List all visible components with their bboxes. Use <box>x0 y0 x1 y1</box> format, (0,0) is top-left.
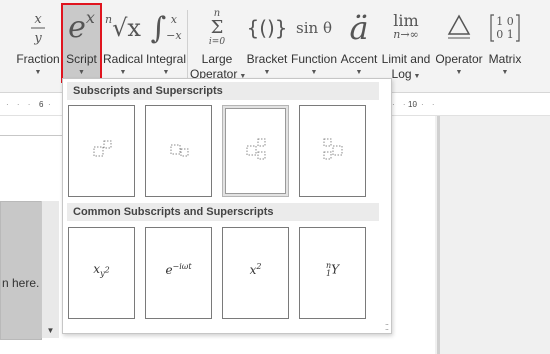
limit-label-text: Log <box>391 67 412 81</box>
superscript-template-icon <box>93 140 112 157</box>
formula-e-minus-i-omega-t: e−iωt <box>146 262 211 277</box>
left-subscript-superscript-template-tile[interactable] <box>299 105 366 197</box>
accent-icon-glyph: ä <box>349 9 369 47</box>
ribbon-separator <box>187 10 188 86</box>
integral-icon-glyph: ∫ <box>150 10 167 46</box>
scroll-down-icon[interactable]: ▼ <box>42 326 59 335</box>
ruler-number: 6 <box>39 100 44 109</box>
formula-x-sub-y-squared: xy2 <box>69 262 134 278</box>
fraction-label: Fraction <box>16 52 60 66</box>
chevron-down-icon: ▼ <box>162 69 170 76</box>
chevron-down-icon: ▼ <box>355 69 363 76</box>
fraction-icon: x y <box>16 6 60 50</box>
common-template-tile-x-squared[interactable]: x2 <box>222 227 289 319</box>
operator-label: Operator <box>435 52 483 66</box>
ruler-number: 10 <box>408 100 417 109</box>
page-edge-line <box>0 135 62 136</box>
matrix-icon-row1: 1 0 <box>496 15 514 28</box>
common-template-tile-n-1-y[interactable]: n1Y <box>299 227 366 319</box>
integral-button[interactable]: ∫ x −x Integral ▼ <box>144 4 188 82</box>
common-template-tile-e-minus-i-omega-t[interactable]: e−iωt <box>145 227 212 319</box>
summation-icon-lower: i=0 <box>208 37 226 47</box>
chevron-down-icon: ▼ <box>413 73 421 80</box>
subscript-template-icon <box>170 144 189 157</box>
script-icon-sup: x <box>85 7 95 27</box>
formula-base: Y <box>331 262 340 277</box>
ruler-ticks: · · <box>421 100 438 109</box>
limit-and-log-button[interactable]: lim n→∞ Limit and Log ▼ <box>380 4 432 82</box>
integral-icon-lower: −x <box>166 29 182 42</box>
superscript-template-tile[interactable] <box>68 105 135 197</box>
resize-grip-icon[interactable]: ⁚⁚ <box>385 323 389 332</box>
chevron-down-icon: ▼ <box>455 69 463 76</box>
integral-label: Integral <box>145 52 187 66</box>
matrix-label: Matrix <box>488 52 522 66</box>
left-subscript-superscript-template-icon <box>323 138 343 160</box>
subscript-superscript-template-icon <box>246 138 266 160</box>
integral-icon: ∫ x −x <box>144 6 188 50</box>
radical-icon-glyph: √x <box>112 14 141 42</box>
script-button[interactable]: ex Script ▼ <box>61 3 102 83</box>
large-operator-button[interactable]: n Σ i=0 Large Operator ▼ <box>187 4 246 86</box>
svg-text:x: x <box>34 12 42 27</box>
large-operator-label-line1: Large <box>201 52 233 66</box>
section-header-common-subscripts-superscripts: Common Subscripts and Superscripts <box>67 203 379 221</box>
bracket-icon-glyph: {()} <box>246 16 288 40</box>
gallery-text: n here. <box>2 276 40 290</box>
summation-icon: n Σ i=0 <box>190 6 244 50</box>
limit-label-line1: Limit and <box>381 52 431 66</box>
formula-base: e <box>165 263 173 277</box>
chevron-down-icon: ▼ <box>310 69 318 76</box>
function-icon: sin θ <box>290 6 338 50</box>
bracket-icon: {()} <box>245 6 289 50</box>
bracket-button[interactable]: {()} Bracket ▼ <box>245 4 289 82</box>
script-icon-base: e <box>68 10 86 45</box>
operator-button[interactable]: Operator ▼ <box>433 4 485 82</box>
matrix-icon-row2: 0 1 <box>496 28 514 41</box>
svg-text:y: y <box>33 31 42 46</box>
integral-icon-upper: x <box>170 13 177 26</box>
chevron-down-icon: ▼ <box>119 69 127 76</box>
accent-icon: ä <box>339 6 379 50</box>
radical-label: Radical <box>103 52 144 66</box>
function-icon-glyph: sin θ <box>296 19 332 37</box>
radical-icon-index: n <box>105 12 113 26</box>
style-gallery[interactable] <box>0 201 42 340</box>
accent-button[interactable]: ä Accent ▼ <box>339 4 379 82</box>
vertical-scrollbar[interactable] <box>437 116 440 354</box>
summation-icon-glyph: Σ <box>210 17 224 38</box>
formula-sup: −iωt <box>172 262 192 271</box>
formula-x-squared: x2 <box>223 262 288 277</box>
chevron-down-icon: ▼ <box>78 69 85 76</box>
function-label: Function <box>290 52 338 66</box>
common-template-tile-x-sub-y-squared[interactable]: xy2 <box>68 227 135 319</box>
gallery-scrollbar[interactable]: ▼ <box>41 201 59 338</box>
section-header-subscripts-superscripts: Subscripts and Superscripts <box>67 82 379 100</box>
ruler-ticks: · <box>48 100 54 109</box>
function-button[interactable]: sin θ Function ▼ <box>290 4 338 82</box>
chevron-down-icon: ▼ <box>34 69 42 76</box>
chevron-down-icon: ▼ <box>263 69 271 76</box>
fraction-button[interactable]: x y Fraction ▼ <box>16 4 60 82</box>
script-icon: ex <box>62 6 101 50</box>
formula-n-1-y: n1Y <box>300 262 365 278</box>
script-label: Script <box>66 52 97 66</box>
radical-button[interactable]: n √x Radical ▼ <box>103 4 143 82</box>
limit-icon: lim n→∞ <box>380 6 432 50</box>
accent-label: Accent <box>340 52 378 66</box>
limit-icon-glyph: lim <box>393 11 419 30</box>
limit-icon-sub: n→∞ <box>393 28 419 41</box>
radical-icon: n √x <box>103 6 143 50</box>
subscript-superscript-template-tile[interactable] <box>222 105 289 197</box>
matrix-icon: 1 0 0 1 <box>486 6 524 50</box>
bracket-label: Bracket <box>246 52 288 66</box>
script-dropdown-panel: Subscripts and Superscripts Common Subsc… <box>62 78 392 334</box>
formula-sub-sup: 2 <box>104 265 110 275</box>
chevron-down-icon: ▼ <box>501 69 509 76</box>
matrix-button[interactable]: 1 0 0 1 Matrix ▼ <box>486 4 524 82</box>
formula-sup: 2 <box>256 262 262 271</box>
operator-icon <box>433 6 485 50</box>
subscript-template-tile[interactable] <box>145 105 212 197</box>
